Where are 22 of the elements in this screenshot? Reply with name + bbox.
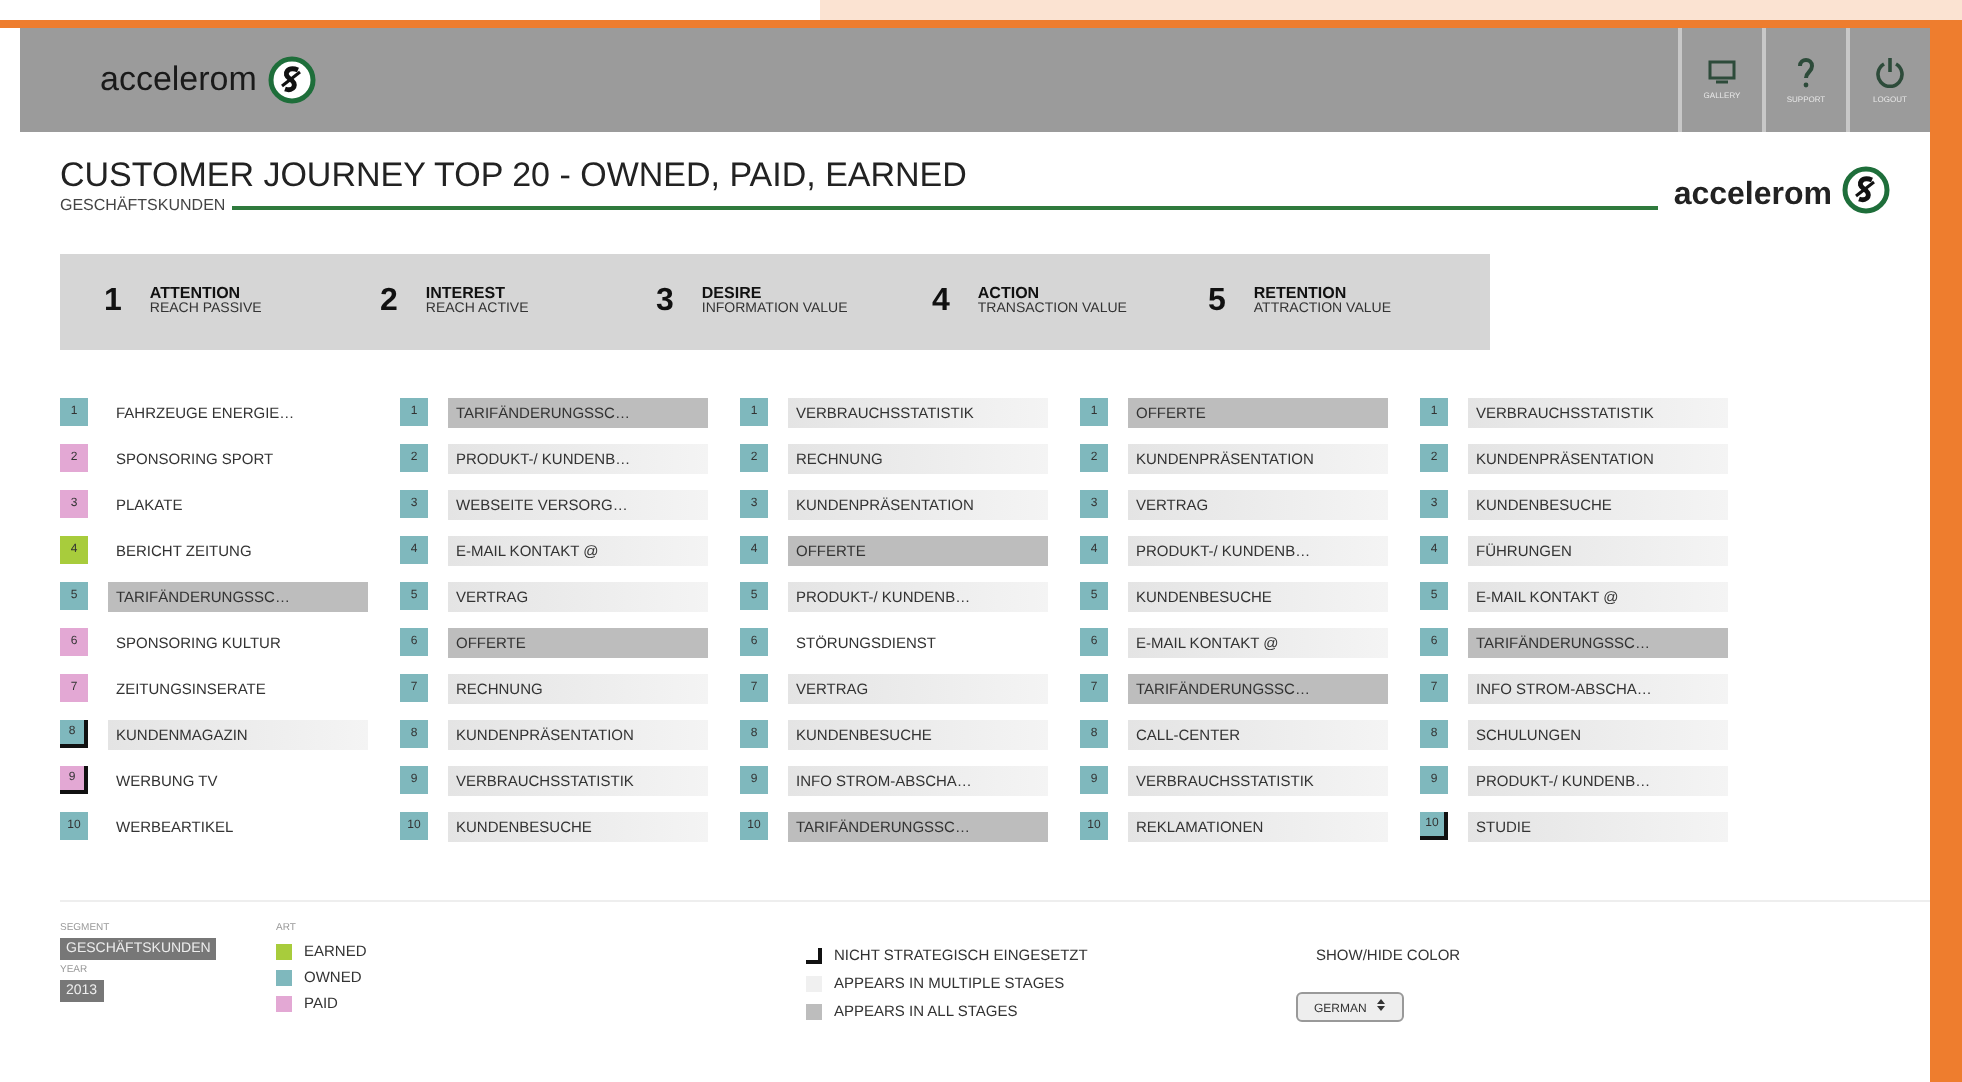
logo-text: accelerom <box>100 60 257 100</box>
page-title: CUSTOMER JOURNEY TOP 20 - OWNED, PAID, EARNED <box>60 156 969 196</box>
updown-icon <box>1376 998 1387 1012</box>
power-icon <box>1874 56 1906 88</box>
marker-icon <box>806 947 822 963</box>
brand-text: accelerom <box>1673 178 1832 214</box>
stage-name: INTEREST <box>425 284 507 302</box>
logo-icon <box>1842 166 1890 214</box>
page-subtitle: GESCHÄFTSKUNDEN <box>60 196 226 214</box>
stage-number: 1 <box>104 284 122 320</box>
stage-name: ACTION <box>977 284 1042 302</box>
question-icon <box>1796 56 1816 88</box>
marker-icon <box>806 1003 822 1019</box>
stage-number: 5 <box>1208 284 1226 320</box>
stage-number: 2 <box>380 284 398 320</box>
stage-number: 3 <box>656 284 674 320</box>
logo-icon <box>268 56 317 104</box>
stage-name: RETENTION <box>1253 284 1349 302</box>
stage-number: 4 <box>932 284 950 320</box>
stage-name: DESIRE <box>701 284 764 302</box>
stage-name: ATTENTION <box>149 284 243 302</box>
monitor-icon <box>1708 60 1736 84</box>
